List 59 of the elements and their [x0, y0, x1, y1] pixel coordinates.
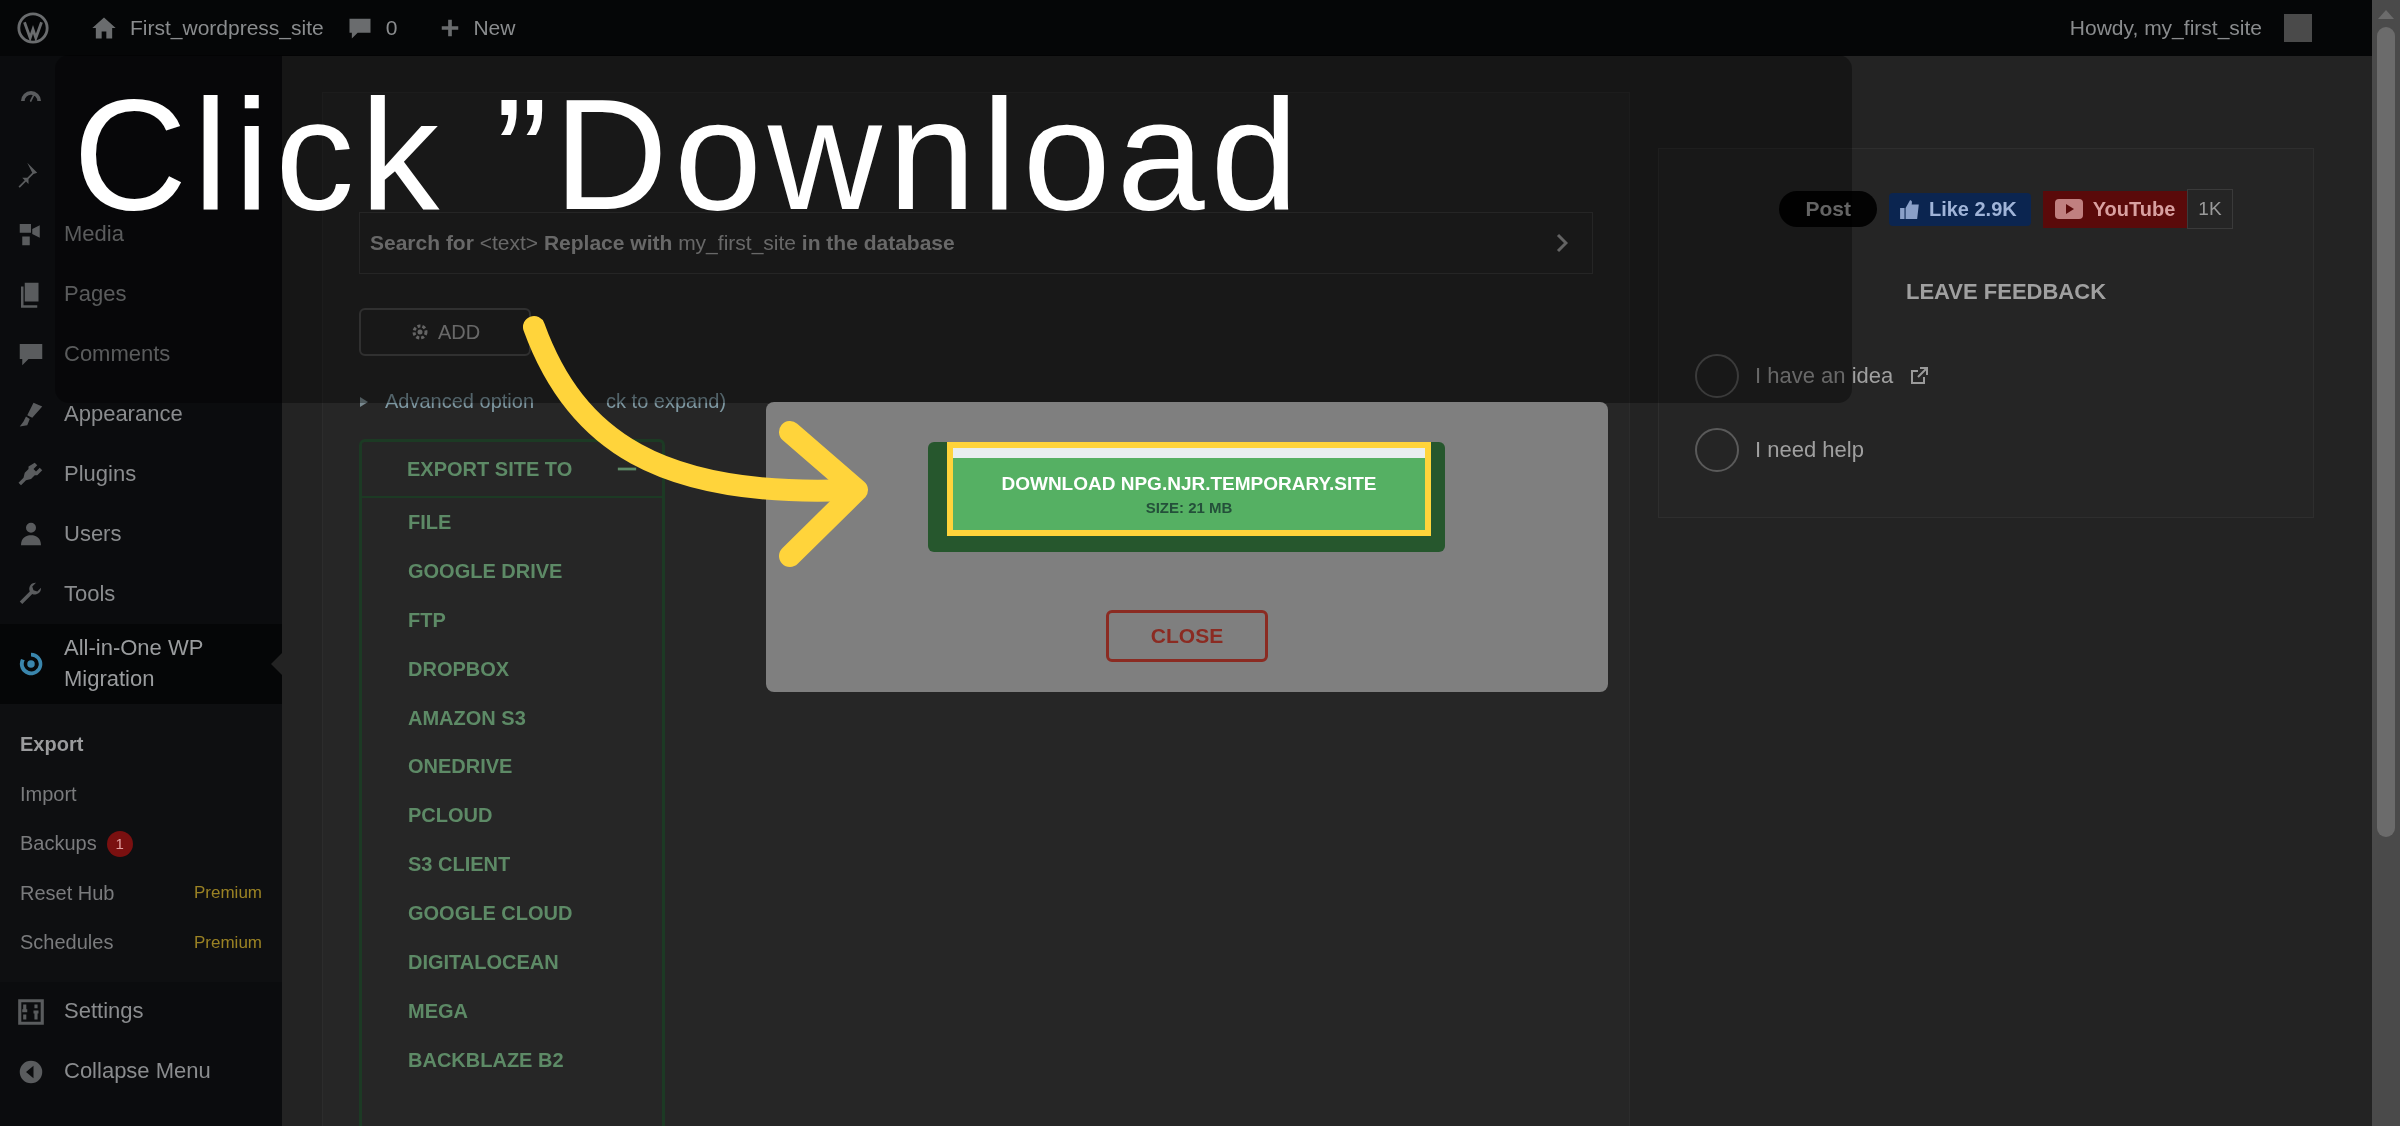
feedback-option-link[interactable]: I need help [1755, 437, 1864, 463]
site-name-link[interactable]: First_wordpress_site [130, 16, 324, 40]
post-button[interactable]: Post [1779, 191, 1877, 227]
chevron-icon [1556, 233, 1568, 253]
new-link[interactable]: New [473, 16, 516, 40]
wordpress-logo-icon[interactable] [16, 11, 50, 45]
menu-item[interactable]: Tools [0, 564, 282, 624]
export-option[interactable]: PCLOUD [362, 791, 662, 841]
menu-item[interactable]: Settings [0, 981, 282, 1042]
youtube-button[interactable]: YouTube [2042, 190, 2188, 228]
export-panel-header[interactable]: EXPORT SITE TO [362, 442, 662, 498]
greeting-link[interactable]: Howdy, my_first_site [2069, 16, 2262, 40]
submenu-item[interactable]: Export [0, 720, 282, 770]
premium-tag: Premium [194, 883, 262, 904]
export-option[interactable]: FTP [362, 595, 662, 645]
feedback-title: LEAVE FEEDBACK [1904, 279, 2108, 305]
scrollbar[interactable] [2372, 0, 2400, 1126]
menu-item[interactable]: All-in-One WP Migration [0, 624, 282, 704]
menu-item[interactable]: Appearance [0, 384, 282, 444]
export-option[interactable]: S3 CLIENT [362, 840, 662, 890]
menu-item[interactable]: Collapse Menu [0, 1041, 282, 1102]
search-replace-row[interactable]: Search for <text> Replace with my_first_site in the database [359, 212, 1593, 274]
count-badge: 1 [106, 830, 133, 857]
menu-item[interactable]: Plugins [0, 444, 282, 504]
close-button[interactable]: CLOSE [1106, 610, 1268, 662]
export-option[interactable]: AMAZON S3 [362, 693, 662, 743]
advanced-options-toggle[interactable]: Advanced option [385, 390, 534, 413]
settings-icon [16, 996, 46, 1027]
export-option[interactable]: DROPBOX [362, 644, 662, 694]
submenu-item[interactable]: Reset Hub Premium [0, 868, 282, 918]
export-option[interactable]: ONEDRIVE [362, 742, 662, 792]
subscriber-count: 1K [2187, 189, 2233, 229]
export-option[interactable]: BACKBLAZE B2 [362, 1035, 662, 1085]
submenu-item[interactable]: Schedules Premium [0, 918, 282, 968]
export-option[interactable]: GOOGLE CLOUD [362, 889, 662, 938]
export-option[interactable]: FILE [362, 498, 662, 547]
current-menu-pointer [271, 653, 282, 675]
feedback-option-link[interactable]: I have an idea [1755, 363, 1930, 389]
export-option[interactable]: DIGITALOCEAN [362, 938, 662, 987]
advanced-options-toggle[interactable]: ck to expand) [606, 390, 727, 413]
thumbs-up-icon [1898, 198, 1921, 220]
add-button[interactable]: ADD [359, 308, 531, 356]
radio-button[interactable] [1695, 354, 1739, 398]
submenu-item[interactable]: Import [0, 769, 282, 819]
menu-item[interactable]: Pages [0, 264, 282, 324]
expand-triangle-icon[interactable] [359, 395, 369, 408]
export-option[interactable]: MEGA [362, 986, 662, 1036]
external-link-icon [1909, 366, 1930, 386]
comment-count[interactable]: 0 [385, 16, 398, 40]
like-button[interactable]: Like 2.9K [1888, 192, 2031, 226]
panel-title: EXPORT SITE TO [407, 457, 573, 481]
submenu-item[interactable]: Backups 1 [0, 819, 282, 869]
download-button[interactable]: DOWNLOAD NPG.NJR.TEMPORARY.SITE SIZE: 21 MB [928, 442, 1445, 552]
menu-item[interactable]: Comments [0, 324, 282, 384]
radio-button[interactable] [1695, 428, 1739, 472]
menu-item[interactable]: Users [0, 504, 282, 564]
premium-tag: Premium [194, 932, 262, 953]
export-option[interactable]: GOOGLE DRIVE [362, 546, 662, 596]
play-icon [2054, 199, 2083, 219]
